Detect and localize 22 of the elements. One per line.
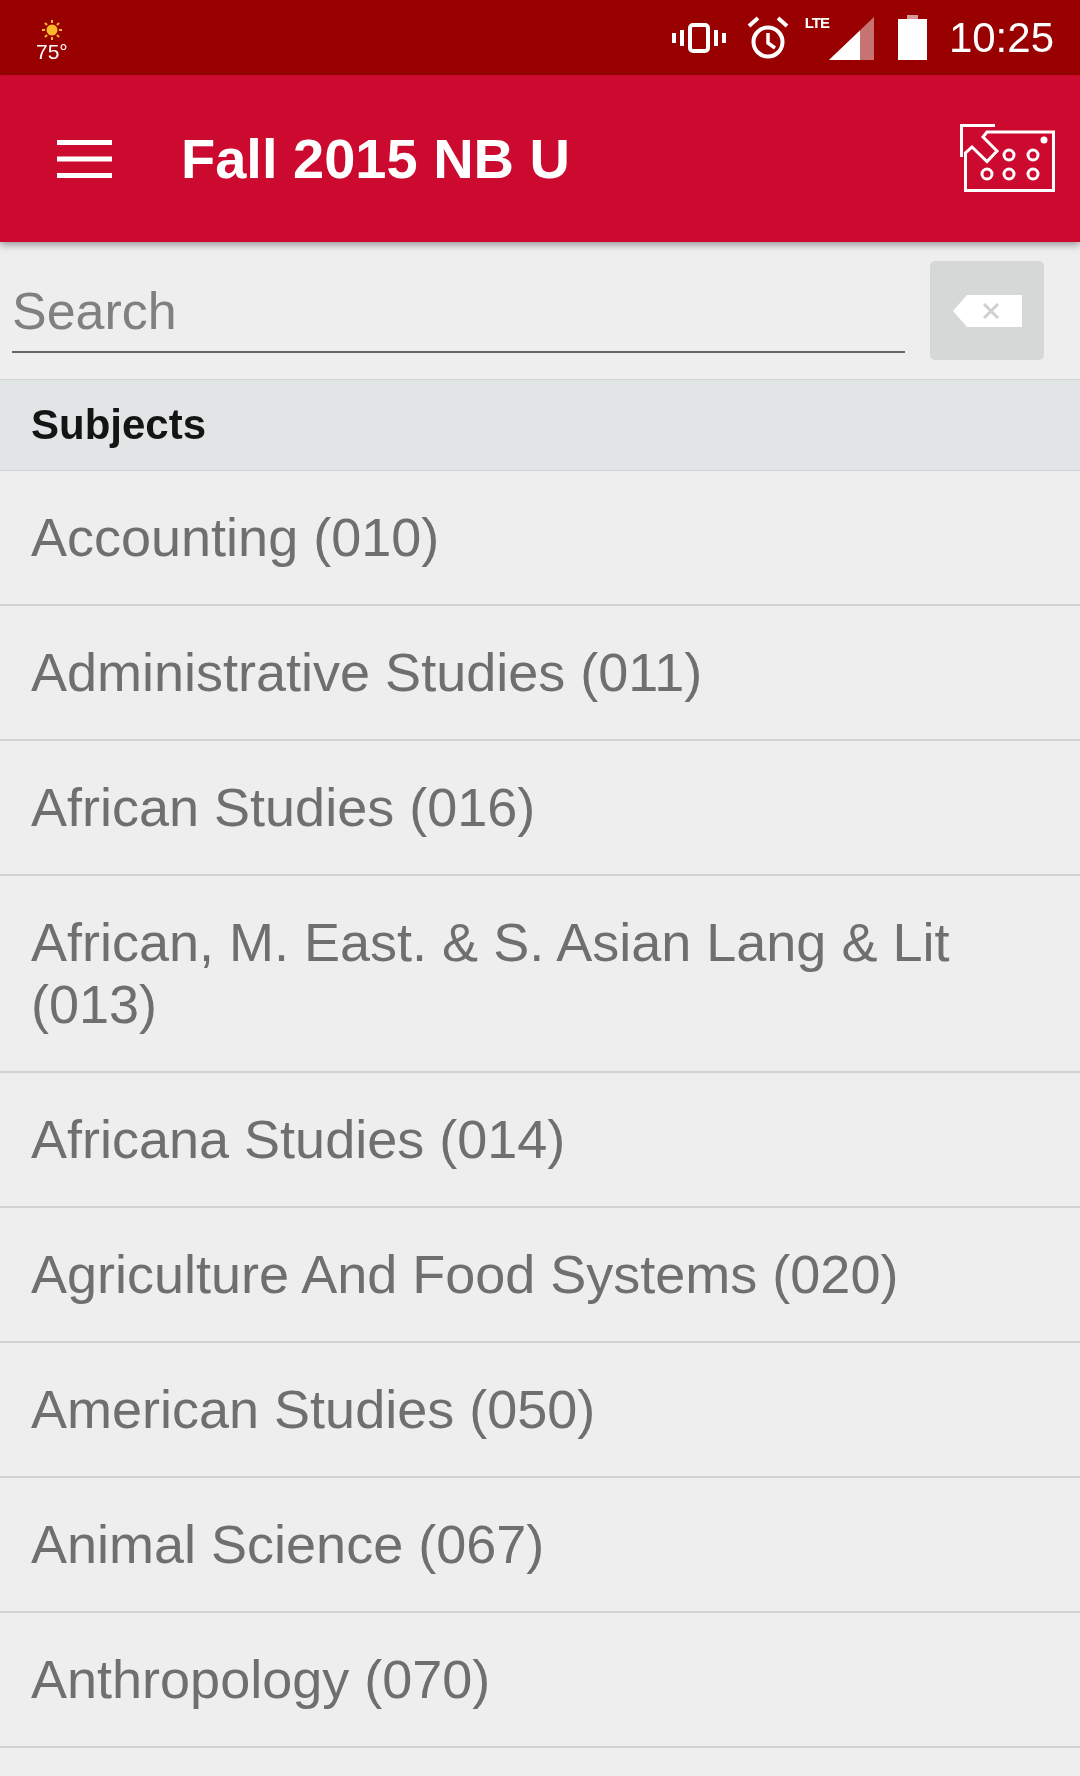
menu-icon[interactable] — [57, 139, 112, 178]
dots-panel-arrow-icon[interactable] — [960, 123, 1055, 192]
vibrate-icon — [670, 22, 727, 53]
subject-item[interactable]: African, M. East. & S. Asian Lang & Lit (013) — [0, 876, 1080, 1073]
search-field[interactable]: Search — [12, 261, 905, 353]
section-title: Subjects — [31, 401, 207, 449]
clock-time: 10:25 — [948, 13, 1054, 62]
subject-item[interactable]: Animal Science (067) — [0, 1478, 1080, 1613]
network-type-text: LTE — [804, 15, 829, 31]
alarm-clock-icon — [746, 15, 789, 60]
subject-item[interactable]: Anthropology (070) — [0, 1613, 1080, 1748]
battery-icon — [897, 15, 927, 60]
subject-item[interactable]: Accounting (010) — [0, 471, 1080, 606]
subject-item[interactable]: African Studies (016) — [0, 741, 1080, 876]
app-title: Fall 2015 NB U — [181, 126, 571, 191]
subject-item[interactable]: Administrative Studies (011) — [0, 606, 1080, 741]
subject-item[interactable]: American Studies (050) — [0, 1343, 1080, 1478]
temperature-text: 75° — [36, 41, 68, 62]
signal-icon — [828, 17, 874, 60]
subject-item[interactable]: Agriculture And Food Systems (020) — [0, 1208, 1080, 1343]
backspace-icon — [952, 294, 1022, 327]
subject-item[interactable]: Africana Studies (014) — [0, 1073, 1080, 1208]
